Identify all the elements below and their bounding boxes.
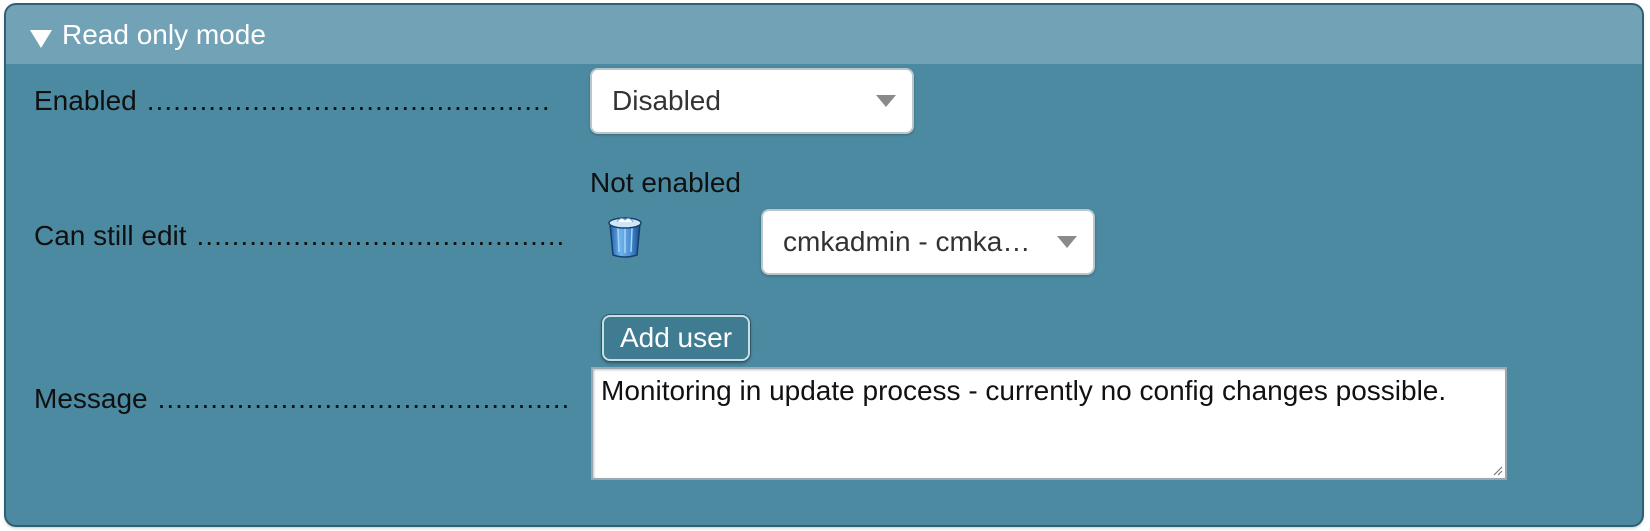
read-only-mode-panel: Read only mode Enabled..................… [6, 5, 1642, 525]
enabled-label-dots: ........................................… [146, 85, 551, 116]
user-select[interactable]: cmkadmin - cmka… [761, 209, 1095, 275]
panel-header[interactable]: Read only mode [6, 5, 1642, 64]
message-textarea-value: Monitoring in update process - currently… [601, 375, 1447, 406]
message-textarea[interactable]: Monitoring in update process - currently… [591, 367, 1507, 480]
message-label: Message.................................… [34, 383, 580, 415]
panel-title[interactable]: Read only mode [62, 19, 266, 51]
triangle-down-icon[interactable] [30, 30, 52, 48]
enabled-label-text: Enabled [34, 85, 137, 116]
add-user-button[interactable]: Add user [602, 315, 750, 361]
trash-icon[interactable] [606, 212, 644, 258]
resize-grip-icon[interactable] [1491, 464, 1503, 476]
can-still-edit-label: Can still edit..........................… [34, 220, 580, 252]
not-enabled-text: Not enabled [590, 167, 742, 198]
user-select-value: cmkadmin - cmka… [783, 226, 1031, 257]
can-still-edit-label-dots: ........................................… [196, 220, 566, 251]
chevron-down-icon [876, 95, 896, 107]
enabled-label: Enabled.................................… [34, 85, 580, 117]
enabled-select[interactable]: Disabled [590, 68, 914, 134]
enabled-select-value: Disabled [612, 85, 721, 116]
can-still-edit-label-text: Can still edit [34, 220, 187, 251]
message-label-text: Message [34, 383, 148, 414]
message-label-dots: ........................................… [157, 383, 571, 414]
chevron-down-icon [1057, 236, 1077, 248]
